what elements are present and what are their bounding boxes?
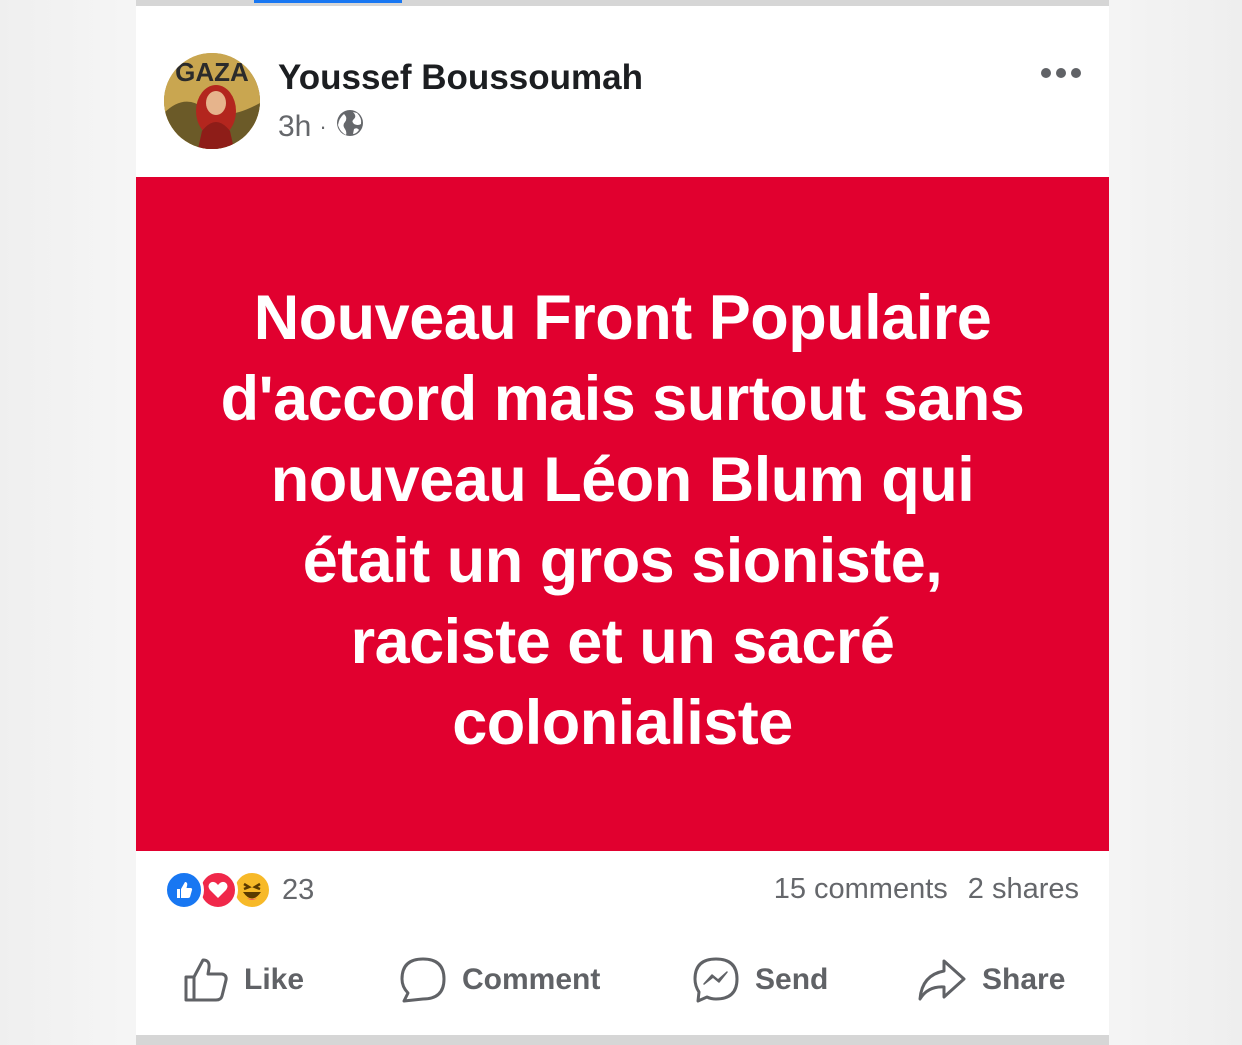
avatar[interactable]: GAZA: [164, 53, 260, 149]
next-post-divider: [136, 1035, 1109, 1045]
more-options-button[interactable]: [1039, 66, 1083, 80]
thumbs-up-icon: [184, 958, 228, 1002]
post-meta: 3h ·: [278, 108, 365, 146]
post-actions-bar: Like Comment Send Share: [136, 931, 1109, 1035]
globe-icon: [335, 108, 365, 146]
post-time[interactable]: 3h: [278, 110, 311, 144]
haha-icon: [232, 870, 272, 910]
engagement-counts: 15 comments 2 shares: [774, 873, 1079, 906]
comment-label: Comment: [462, 963, 601, 996]
love-icon: [198, 870, 238, 910]
post-text: Nouveau Front Populaire d'accord mais su…: [220, 283, 1025, 758]
comment-icon: [400, 957, 446, 1003]
comments-count[interactable]: 15 comments: [774, 873, 948, 906]
shares-count[interactable]: 2 shares: [968, 873, 1079, 906]
share-button[interactable]: Share: [916, 953, 1065, 1007]
more-dots-icon: [1041, 68, 1081, 78]
share-label: Share: [982, 963, 1066, 996]
post-stats: 23 15 comments 2 shares: [136, 851, 1109, 931]
reaction-count: 23: [282, 873, 315, 906]
like-button[interactable]: Like: [182, 953, 304, 1007]
author-name[interactable]: Youssef Boussoumah: [278, 58, 643, 98]
like-label: Like: [244, 963, 305, 996]
active-indicator: [254, 0, 402, 3]
messenger-icon: [693, 957, 739, 1003]
meta-separator: ·: [319, 114, 327, 139]
avatar-logo-text: GAZA: [175, 57, 249, 87]
reactions-summary[interactable]: 23: [164, 870, 314, 910]
avatar-image: GAZA: [164, 53, 260, 149]
post-text-banner[interactable]: Nouveau Front Populaire d'accord mais su…: [136, 177, 1109, 851]
post-card: GAZA Youssef Boussoumah 3h · Nouveau Fro…: [136, 0, 1109, 1045]
comment-button[interactable]: Comment: [398, 953, 600, 1007]
send-label: Send: [755, 963, 829, 996]
share-arrow-icon: [918, 959, 966, 1001]
send-button[interactable]: Send: [691, 953, 828, 1007]
post-header: GAZA Youssef Boussoumah 3h ·: [136, 6, 1109, 177]
like-icon: [164, 870, 204, 910]
